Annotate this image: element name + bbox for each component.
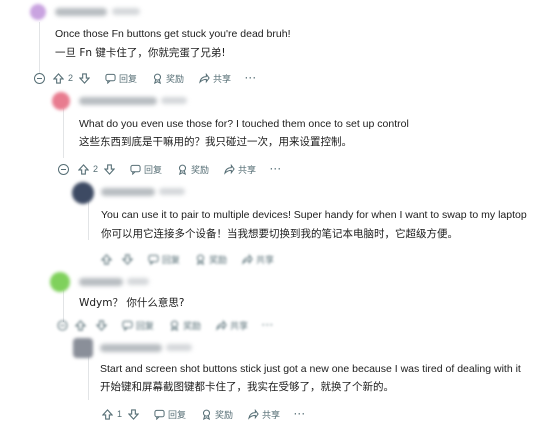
username[interactable] xyxy=(100,344,162,352)
more-options-button[interactable]: ··· xyxy=(270,164,282,174)
upvote-icon[interactable] xyxy=(74,319,86,331)
award-button[interactable]: 奖励 xyxy=(183,319,201,332)
thread-line xyxy=(88,355,89,400)
more-options-button[interactable]: ··· xyxy=(262,320,274,330)
reply-button[interactable]: 回复 xyxy=(119,72,137,85)
upvote-icon[interactable] xyxy=(100,253,112,265)
share-icon[interactable] xyxy=(215,319,227,331)
avatar[interactable] xyxy=(30,4,46,20)
reply-icon[interactable] xyxy=(147,253,159,265)
avatar[interactable] xyxy=(73,338,93,358)
collapse-icon[interactable] xyxy=(34,73,45,84)
award-button[interactable]: 奖励 xyxy=(209,253,227,266)
vote-count: 1 xyxy=(117,409,123,419)
downvote-icon[interactable] xyxy=(78,72,90,84)
downvote-icon[interactable] xyxy=(95,319,107,331)
reply-icon[interactable] xyxy=(104,72,116,84)
timestamp xyxy=(159,188,185,195)
reply-button[interactable]: 回复 xyxy=(144,163,162,176)
share-icon[interactable] xyxy=(198,72,210,84)
collapse-icon[interactable] xyxy=(58,164,69,175)
avatar[interactable] xyxy=(72,182,94,204)
comment-translation: 你可以用它连接多个设备！当我想要切换到我的笔记本电脑时，它超级方便。 xyxy=(101,228,458,240)
share-button[interactable]: 共享 xyxy=(256,253,274,266)
award-icon[interactable] xyxy=(194,253,206,265)
award-icon[interactable] xyxy=(151,72,163,84)
upvote-icon[interactable] xyxy=(101,408,113,420)
comment-actions: 1 回复 奖励 共享 ··· xyxy=(101,406,306,422)
more-options-button[interactable]: ··· xyxy=(294,409,306,419)
reply-icon[interactable] xyxy=(153,408,165,420)
comment-text: Start and screen shot buttons stick just… xyxy=(100,363,521,375)
comment-translation: 开始键和屏幕截图键都卡住了，我实在受够了，就换了个新的。 xyxy=(100,381,394,393)
upvote-icon[interactable] xyxy=(77,163,89,175)
reply-button[interactable]: 回复 xyxy=(136,319,154,332)
more-options-button[interactable]: ··· xyxy=(245,73,257,83)
comment-translation: 这些东西到底是干嘛用的？我只碰过一次，用来设置控制。 xyxy=(79,136,352,148)
thread-line xyxy=(88,200,89,240)
timestamp xyxy=(127,278,149,285)
award-button[interactable]: 奖励 xyxy=(215,408,233,421)
comment-text: Once those Fn buttons get stuck you're d… xyxy=(55,28,291,40)
username[interactable] xyxy=(79,97,157,105)
comment-text: You can use it to pair to multiple devic… xyxy=(101,209,527,221)
share-button[interactable]: 共享 xyxy=(262,408,280,421)
share-button[interactable]: 共享 xyxy=(213,72,231,85)
award-icon[interactable] xyxy=(200,408,212,420)
upvote-icon[interactable] xyxy=(52,72,64,84)
collapse-icon[interactable] xyxy=(56,319,68,331)
username[interactable] xyxy=(101,188,155,196)
award-button[interactable]: 奖励 xyxy=(191,163,209,176)
reply-button[interactable]: 回复 xyxy=(168,408,186,421)
timestamp xyxy=(161,97,187,104)
timestamp xyxy=(166,344,192,351)
thread-line xyxy=(63,108,64,158)
share-icon[interactable] xyxy=(223,163,235,175)
reply-icon[interactable] xyxy=(129,163,141,175)
downvote-icon[interactable] xyxy=(121,253,133,265)
comment-actions: 回复 奖励 共享 ··· xyxy=(56,317,274,333)
comment-actions: 2 回复 奖励 共享 ··· xyxy=(52,70,257,86)
downvote-icon[interactable] xyxy=(127,408,139,420)
comment-text: What do you even use those for? I touche… xyxy=(79,118,409,130)
avatar[interactable] xyxy=(50,272,70,292)
reply-icon[interactable] xyxy=(121,319,133,331)
share-icon[interactable] xyxy=(241,253,253,265)
award-icon[interactable] xyxy=(168,319,180,331)
vote-count: 2 xyxy=(68,73,74,83)
award-button[interactable]: 奖励 xyxy=(166,72,184,85)
avatar[interactable] xyxy=(52,92,70,110)
reply-button[interactable]: 回复 xyxy=(162,253,180,266)
vote-count: 2 xyxy=(93,164,99,174)
username[interactable] xyxy=(79,278,123,286)
share-icon[interactable] xyxy=(247,408,259,420)
comment-translation: 一旦 Fn 键卡住了，你就完蛋了兄弟! xyxy=(55,47,226,59)
comment-actions: 2 回复 奖励 共享 ··· xyxy=(77,161,282,177)
share-button[interactable]: 共享 xyxy=(238,163,256,176)
downvote-icon[interactable] xyxy=(103,163,115,175)
share-button[interactable]: 共享 xyxy=(230,319,248,332)
username[interactable] xyxy=(55,8,107,16)
award-icon[interactable] xyxy=(176,163,188,175)
timestamp xyxy=(112,8,140,15)
comment-text: Wdym？ 你什么意思? xyxy=(79,297,185,309)
comment-actions: 回复 奖励 共享 xyxy=(100,251,274,267)
